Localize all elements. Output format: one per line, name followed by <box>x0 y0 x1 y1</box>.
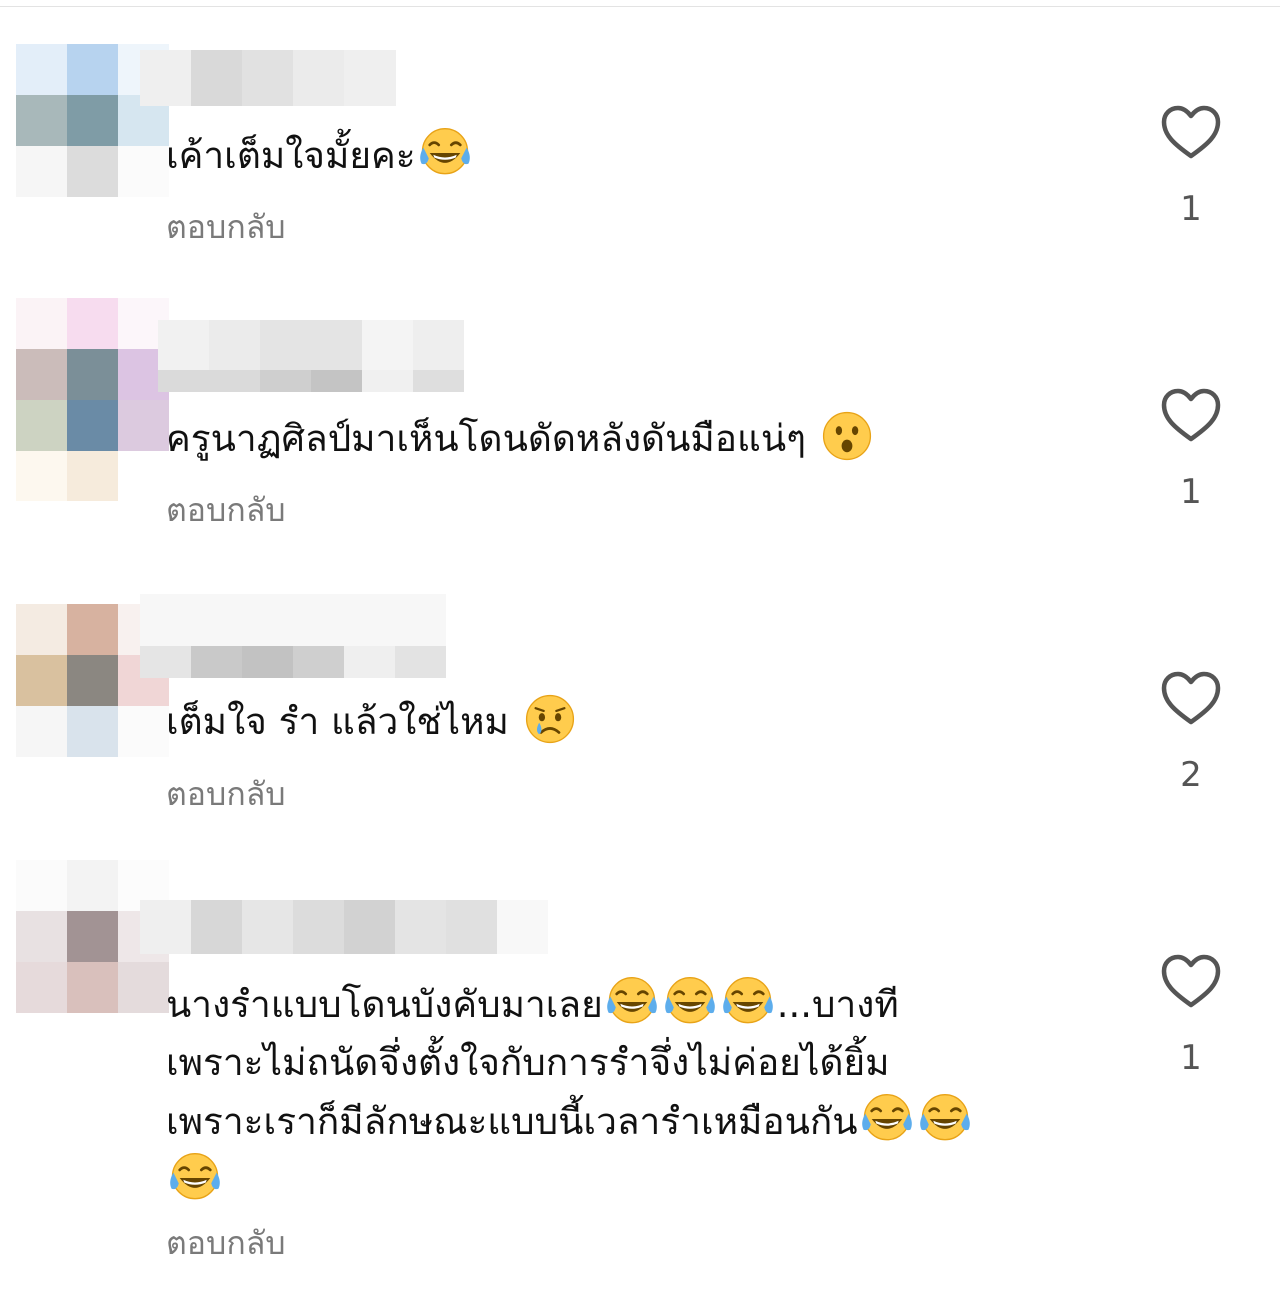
heart-outline-icon[interactable] <box>1160 670 1222 726</box>
tears-of-joy-emoji <box>721 975 775 1029</box>
crying-face-emoji <box>523 692 577 746</box>
comment-text: นางรำแบบโดนบังคับมาเลย ...บางที เพราะไม่ถ… <box>166 975 1046 1210</box>
comment-line-2: เพราะไม่ถนัดจึ่งตั้งใจกับการรำจึ่งไม่ค่อ… <box>166 1041 890 1084</box>
comment-line-1: นางรำแบบโดนบังคับมาเลย <box>166 983 603 1026</box>
subtitle-blurred <box>140 646 446 678</box>
tears-of-joy-emoji <box>663 975 717 1029</box>
tears-of-joy-emoji <box>418 126 472 180</box>
tears-of-joy-emoji <box>918 1092 972 1146</box>
comment-text: ครูนาฏศิลป์มาเห็นโดนดัดหลังดันมือแน่ๆ <box>166 409 1046 468</box>
top-divider <box>0 6 1280 7</box>
subtitle-blurred <box>158 370 464 392</box>
reply-button[interactable]: ตอบกลับ <box>166 774 286 814</box>
reply-button[interactable]: ตอบกลับ <box>166 490 286 530</box>
comment-line-1-tail: ...บางที <box>776 983 899 1026</box>
heart-outline-icon[interactable] <box>1160 104 1222 160</box>
comment-text-body: เค้าเต็มใจมั้ยคะ <box>166 134 416 177</box>
avatar[interactable] <box>16 298 169 501</box>
comment-text: เต็มใจ รำ แล้วใช่ไหม <box>166 692 1046 751</box>
comment-line-3: เพราะเราก็มีลักษณะแบบนี้เวลารำเหมือนกัน <box>166 1100 858 1143</box>
tears-of-joy-emoji <box>860 1092 914 1146</box>
heart-outline-icon[interactable] <box>1160 387 1222 443</box>
like-count: 2 <box>1180 755 1202 795</box>
reply-button[interactable]: ตอบกลับ <box>166 207 286 247</box>
like-count: 1 <box>1180 472 1202 512</box>
heart-outline-icon[interactable] <box>1160 953 1222 1009</box>
username-blurred[interactable] <box>158 320 464 370</box>
comment-text-body: เต็มใจ รำ แล้วใช่ไหม <box>166 700 509 743</box>
comment-text: เค้าเต็มใจมั้ยคะ <box>166 126 1046 185</box>
comment-text-body: ครูนาฏศิลป์มาเห็นโดนดัดหลังดันมือแน่ๆ <box>166 417 807 460</box>
tears-of-joy-emoji <box>605 975 659 1029</box>
reply-button[interactable]: ตอบกลับ <box>166 1223 286 1263</box>
hushed-face-emoji <box>820 409 874 463</box>
like-count: 1 <box>1180 1038 1202 1078</box>
username-blurred[interactable] <box>140 900 548 954</box>
like-count: 1 <box>1180 189 1202 229</box>
username-blurred[interactable] <box>140 594 446 646</box>
username-blurred[interactable] <box>140 50 396 106</box>
tears-of-joy-emoji <box>168 1151 222 1205</box>
